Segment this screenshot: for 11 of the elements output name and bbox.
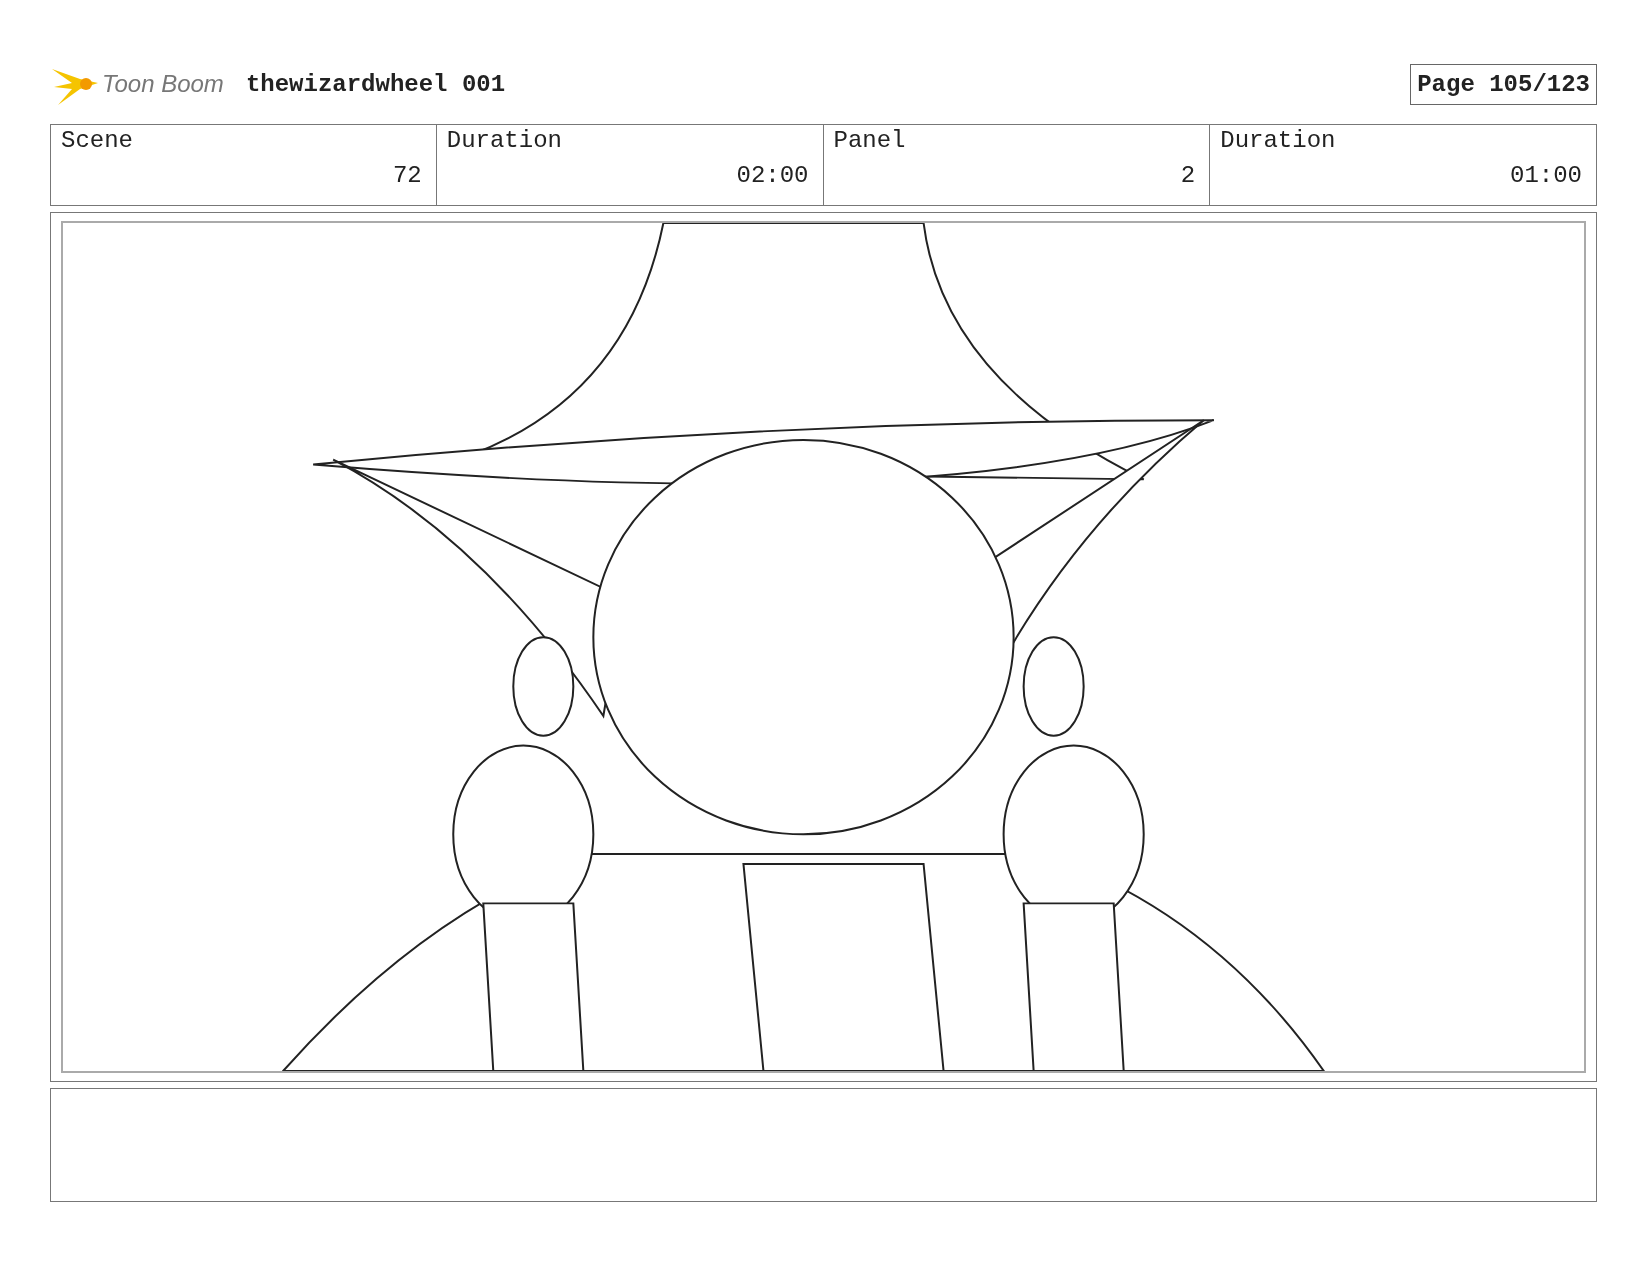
project-title: thewizardwheel 001 — [245, 70, 506, 98]
page-number: Page 105/123 — [1410, 63, 1597, 105]
field-value: 2 — [1180, 162, 1196, 189]
field-label: Duration — [446, 127, 563, 154]
field-value: 01:00 — [1510, 162, 1582, 189]
field-value: 72 — [392, 162, 422, 189]
field-value: 02:00 — [736, 162, 809, 189]
field-label: Scene — [61, 127, 134, 154]
field-label: Panel — [833, 127, 907, 154]
logo-text: Toon Boom — [102, 70, 224, 98]
field-label: Duration — [1220, 127, 1337, 154]
